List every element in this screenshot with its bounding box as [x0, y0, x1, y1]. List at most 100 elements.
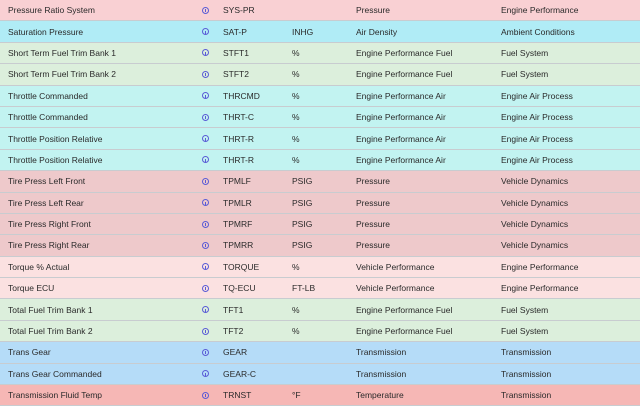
table-row[interactable]: Tire Press Right Rear TPMRR PSIG Pressur… — [0, 235, 640, 257]
pid-code-cell: TFT1 — [223, 304, 244, 315]
info-icon[interactable] — [201, 220, 209, 228]
pid-code-cell: THRT-C — [223, 112, 255, 123]
pid-category-cell: Pressure — [356, 197, 391, 208]
info-button[interactable] — [199, 86, 211, 106]
pid-group-cell: Transmission — [501, 390, 552, 401]
info-button[interactable] — [199, 193, 211, 213]
table-row[interactable]: Torque % Actual TORQUE % Vehicle Perform… — [0, 256, 640, 279]
table-row[interactable]: Throttle Position Relative THRT-R % Engi… — [0, 128, 640, 150]
pid-code-cell: TFT2 — [223, 326, 244, 337]
table-row[interactable]: Torque ECU TQ-ECU FT-LB Vehicle Performa… — [0, 278, 640, 300]
table-row[interactable]: Short Term Fuel Trim Bank 1 STFT1 % Engi… — [0, 42, 640, 65]
info-button[interactable] — [199, 342, 211, 362]
info-icon[interactable] — [201, 199, 209, 207]
pid-code-cell: SYS-PR — [223, 5, 255, 16]
info-icon[interactable] — [201, 156, 209, 164]
table-row[interactable]: Tire Press Left Rear TPMLR PSIG Pressure… — [0, 192, 640, 214]
table-row[interactable]: Total Fuel Trim Bank 1 TFT1 % Engine Per… — [0, 299, 640, 321]
info-button[interactable] — [199, 0, 211, 20]
pid-name-cell: Throttle Position Relative — [8, 133, 103, 144]
pid-name-cell: Tire Press Left Front — [8, 176, 86, 187]
pid-name-cell: Short Term Fuel Trim Bank 2 — [8, 69, 117, 80]
pid-category-cell: Engine Performance Air — [356, 112, 446, 123]
table-row[interactable]: Trans Gear Commanded GEAR-C Transmission… — [0, 363, 640, 386]
pid-name-cell: Torque % Actual — [8, 261, 70, 272]
info-icon[interactable] — [201, 113, 209, 121]
pid-unit-cell: PSIG — [292, 219, 313, 230]
info-button[interactable] — [199, 21, 211, 41]
info-icon[interactable] — [201, 70, 209, 78]
pid-code-cell: TQ-ECU — [223, 283, 256, 294]
pid-name-cell: Total Fuel Trim Bank 1 — [8, 304, 93, 315]
pid-unit-cell — [292, 0, 352, 20]
pid-name-cell: Tire Press Right Front — [8, 219, 91, 230]
pid-code-cell: THRT-R — [223, 154, 255, 165]
table-row[interactable]: Total Fuel Trim Bank 2 TFT2 % Engine Per… — [0, 320, 640, 343]
table-row[interactable]: Tire Press Left Front TPMLF PSIG Pressur… — [0, 171, 640, 193]
info-button[interactable] — [199, 107, 211, 127]
pid-unit-cell: °F — [292, 390, 301, 401]
pid-category-cell: Pressure — [356, 5, 391, 16]
table-row[interactable]: Short Term Fuel Trim Bank 2 STFT2 % Engi… — [0, 64, 640, 86]
pid-name-cell: Pressure Ratio System — [8, 5, 95, 16]
info-icon[interactable] — [201, 49, 209, 57]
info-icon[interactable] — [201, 92, 209, 100]
pid-code-cell: SAT-P — [223, 26, 247, 37]
info-icon[interactable] — [201, 306, 209, 314]
info-button[interactable] — [199, 278, 211, 298]
pid-category-cell: Engine Performance Air — [356, 90, 446, 101]
pid-name-cell: Throttle Position Relative — [8, 154, 103, 165]
info-icon[interactable] — [201, 284, 209, 292]
info-icon[interactable] — [201, 135, 209, 143]
info-button[interactable] — [199, 171, 211, 191]
info-button[interactable] — [199, 364, 211, 384]
info-button[interactable] — [199, 299, 211, 319]
info-icon[interactable] — [201, 391, 209, 399]
info-icon[interactable] — [201, 348, 209, 356]
table-row[interactable]: Throttle Commanded THRCMD % Engine Perfo… — [0, 85, 640, 107]
pid-unit-cell: PSIG — [292, 197, 313, 208]
info-button[interactable] — [199, 257, 211, 277]
pid-group-cell: Vehicle Dynamics — [501, 197, 569, 208]
info-icon[interactable] — [201, 177, 209, 185]
info-button[interactable] — [199, 214, 211, 234]
pid-unit-cell: INHG — [292, 26, 314, 37]
info-icon[interactable] — [201, 6, 209, 14]
pid-unit-cell: % — [292, 261, 300, 272]
info-button[interactable] — [199, 235, 211, 255]
pid-category-cell: Engine Performance Fuel — [356, 69, 453, 80]
info-button[interactable] — [199, 321, 211, 341]
info-icon[interactable] — [201, 241, 209, 249]
pid-group-cell: Vehicle Dynamics — [501, 219, 569, 230]
info-button[interactable] — [199, 43, 211, 63]
pid-code-cell: THRT-R — [223, 133, 255, 144]
info-button[interactable] — [199, 128, 211, 148]
table-row[interactable]: Saturation Pressure SAT-P INHG Air Densi… — [0, 21, 640, 43]
table-row[interactable]: Trans Gear GEAR Transmission Transmissio… — [0, 342, 640, 364]
pid-group-cell: Engine Performance — [501, 283, 579, 294]
info-icon[interactable] — [201, 28, 209, 36]
pid-code-cell: TRNST — [223, 390, 252, 401]
pid-name-cell: Tire Press Left Rear — [8, 197, 84, 208]
info-icon[interactable] — [201, 327, 209, 335]
table-row[interactable]: Tire Press Right Front TPMRF PSIG Pressu… — [0, 213, 640, 236]
pid-group-cell: Transmission — [501, 368, 552, 379]
table-row[interactable]: Transmission Fluid Temp TRNST °F Tempera… — [0, 385, 640, 406]
info-icon[interactable] — [201, 263, 209, 271]
info-button[interactable] — [199, 64, 211, 84]
pid-unit-cell: % — [292, 304, 300, 315]
info-button[interactable] — [199, 385, 211, 405]
pid-category-cell: Transmission — [356, 347, 407, 358]
pid-name-cell: Trans Gear Commanded — [8, 368, 102, 379]
table-row[interactable]: Throttle Commanded THRT-C % Engine Perfo… — [0, 106, 640, 129]
pid-category-cell: Engine Performance Fuel — [356, 304, 453, 315]
pid-name-cell: Transmission Fluid Temp — [8, 390, 103, 401]
pid-category-cell: Temperature — [356, 390, 404, 401]
info-icon[interactable] — [201, 370, 209, 378]
table-row[interactable]: Throttle Position Relative THRT-R % Engi… — [0, 149, 640, 172]
pid-unit-cell: PSIG — [292, 176, 313, 187]
info-button[interactable] — [199, 150, 211, 170]
pid-unit-cell: % — [292, 133, 300, 144]
table-row[interactable]: Pressure Ratio System SYS-PR Pressure En… — [0, 0, 640, 22]
pid-unit-cell: FT-LB — [292, 283, 316, 294]
